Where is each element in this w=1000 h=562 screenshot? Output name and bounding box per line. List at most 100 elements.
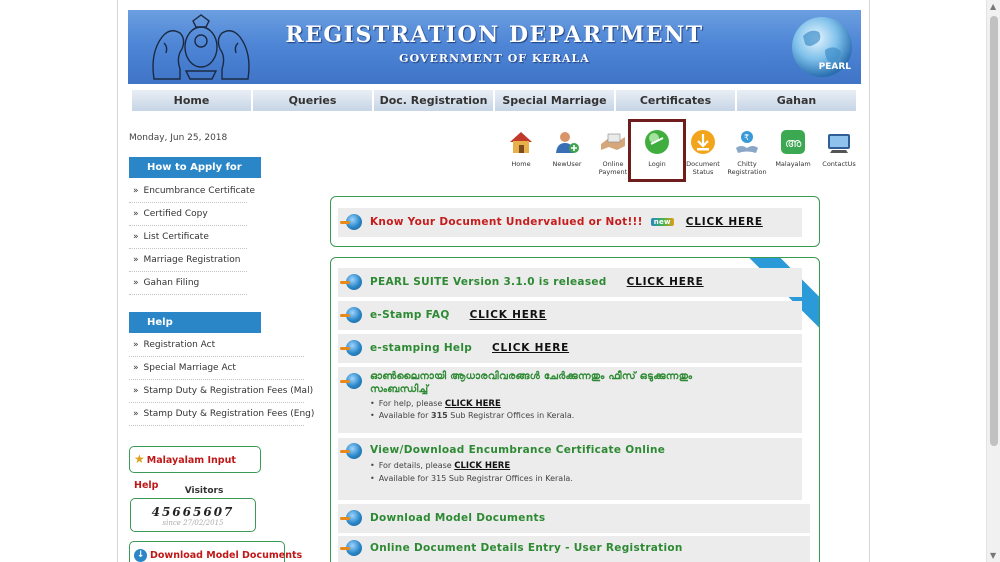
toolbar-online-payment[interactable]: Online Payment [590, 124, 636, 176]
online-entry-help-line: • For help, please CLICK HERE [370, 399, 501, 409]
sidebar-item-label: Stamp Duty & Registration Fees (Mal) [143, 386, 314, 396]
notice-text: Know Your Document Undervalued or Not!!! [370, 216, 643, 228]
download-model-documents-button[interactable]: ↓ Download Model Documents [129, 541, 302, 562]
sidebar-item-label: Certified Copy [143, 209, 208, 219]
encumbrance-click-here-link[interactable]: CLICK HERE [454, 461, 510, 471]
estamp-faq-text: e-Stamp FAQ [370, 309, 450, 321]
site-title: REGISTRATION DEPARTMENT [285, 22, 704, 48]
payment-icon [601, 133, 625, 150]
link-row-text: PEARL SUITE Version 3.1.0 is released CL… [370, 276, 704, 288]
malayalam-input-help-button[interactable]: ★ Malayalam Input Help [129, 446, 261, 491]
online-entry-click-here-link[interactable]: CLICK HERE [445, 399, 501, 409]
toolbar-label: ContactUs [822, 160, 856, 168]
globe-bullet-icon [340, 307, 362, 323]
undervalued-notice-row: Know Your Document Undervalued or Not!!!… [338, 208, 802, 237]
chitty-icon: ₹ [736, 131, 758, 153]
login-icon [645, 130, 669, 154]
link-row-download-model-documents[interactable]: Download Model Documents [338, 504, 810, 533]
encumbrance-online-text: View/Download Encumbrance Certificate On… [370, 444, 666, 456]
home-icon [510, 132, 532, 153]
nav-gahan[interactable]: Gahan [737, 90, 858, 111]
link-row-text: e-stamping Help CLICK HERE [370, 342, 569, 354]
availability-suffix: Sub Registrar Offices in Kerala. [450, 411, 575, 420]
svg-text:അ: അ [785, 136, 802, 150]
scroll-down-icon[interactable]: ▼ [990, 551, 996, 560]
sidebar-item-special-marriage-act[interactable]: » Special Marriage Act [129, 357, 304, 380]
globe-bullet-icon [340, 540, 362, 556]
download-icon: ↓ [134, 549, 147, 562]
estamp-faq-click-here-link[interactable]: CLICK HERE [470, 309, 547, 321]
nav-home[interactable]: Home [132, 90, 253, 111]
toolbar-chitty-registration[interactable]: ₹ Chitty Registration [724, 124, 770, 176]
sidebar-item-label: Encumbrance Certificate [143, 186, 256, 196]
link-row-user-registration[interactable]: Online Document Details Entry - User Reg… [338, 536, 810, 562]
scroll-up-icon[interactable]: ▲ [990, 2, 996, 11]
globe-bullet-icon [340, 340, 362, 356]
visitor-counter: 45665607 since 27/02/2015 [130, 498, 256, 532]
new-badge: new [650, 218, 674, 226]
online-entry-availability-line: • Available for 315 Sub Registrar Offices… [370, 411, 575, 420]
page-scrollbar[interactable]: ▲ ▼ [986, 0, 1000, 562]
toolbar-label: Home [511, 160, 531, 168]
estamping-help-text: e-stamping Help [370, 342, 473, 354]
globe-bullet-icon [340, 510, 362, 526]
arrow-icon: » [133, 340, 139, 350]
toolbar-new-user[interactable]: NewUser [544, 124, 590, 168]
toolbar-login[interactable]: Login [634, 124, 680, 168]
link-row-online-entry-malayalam: ഓൺലൈനായി ആധാരവിവരങ്ങൾ ചേർക്കുന്നതും ഫീസ്… [338, 367, 802, 433]
how-to-apply-heading: How to Apply for [129, 157, 261, 178]
sidebar-item-label: Stamp Duty & Registration Fees (Eng) [143, 409, 315, 419]
toolbar-home[interactable]: Home [498, 124, 544, 168]
pearl-logo-text: PEARL [818, 62, 851, 72]
link-row-encumbrance-online: View/Download Encumbrance Certificate On… [338, 438, 802, 500]
toolbar-label: Chitty Registration [727, 160, 767, 176]
sidebar-item-stamp-duty-mal[interactable]: » Stamp Duty & Registration Fees (Mal) [129, 380, 313, 403]
link-row-pearl-suite: PEARL SUITE Version 3.1.0 is released CL… [338, 268, 802, 297]
toolbar-contact-us[interactable]: ContactUs [816, 124, 862, 168]
sidebar-item-encumbrance[interactable]: » Encumbrance Certificate [129, 180, 255, 203]
toolbar-document-status[interactable]: Document Status [680, 124, 726, 176]
toolbar-label: Malayalam [775, 160, 811, 168]
scrollbar-thumb[interactable] [990, 16, 998, 446]
online-entry-malayalam-text-line2: സംബന്ധിച്ച് [370, 384, 429, 395]
sidebar-item-marriage-registration[interactable]: » Marriage Registration [129, 249, 247, 272]
sidebar-item-gahan-filing[interactable]: » Gahan Filing [129, 272, 247, 295]
toolbar-malayalam[interactable]: അ Malayalam [770, 124, 816, 168]
link-row-text: e-Stamp FAQ CLICK HERE [370, 309, 547, 321]
arrow-icon: » [133, 186, 139, 196]
page-container: REGISTRATION DEPARTMENT GOVERNMENT OF KE… [117, 0, 870, 562]
sidebar-item-label: Marriage Registration [143, 255, 241, 265]
nav-certificates[interactable]: Certificates [616, 90, 737, 111]
undervalued-click-here-link[interactable]: CLICK HERE [686, 216, 763, 228]
arrow-icon: » [133, 409, 139, 419]
sidebar-item-registration-act[interactable]: » Registration Act [129, 334, 304, 357]
globe-bullet-icon [340, 443, 362, 459]
sidebar-item-certified-copy[interactable]: » Certified Copy [129, 203, 247, 226]
download-models-label: Download Model Documents [150, 550, 303, 561]
sidebar-item-label: List Certificate [143, 232, 209, 242]
help-heading: Help [129, 312, 261, 333]
sidebar-item-label: Special Marriage Act [143, 363, 236, 373]
globe-bullet-icon [340, 274, 362, 290]
user-registration-text: Online Document Details Entry - User Reg… [370, 542, 683, 554]
nav-queries[interactable]: Queries [253, 90, 374, 111]
availability-text: Available for 315 Sub Registrar Offices … [378, 474, 573, 483]
star-icon: ★ [134, 452, 145, 466]
globe-bullet-icon [340, 214, 362, 230]
new-user-icon [556, 132, 579, 153]
estamping-help-click-here-link[interactable]: CLICK HERE [492, 342, 569, 354]
sidebar-item-list-certificate[interactable]: » List Certificate [129, 226, 247, 249]
nav-doc-registration[interactable]: Doc. Registration [374, 90, 495, 111]
sidebar-item-label: Registration Act [143, 340, 216, 350]
link-row-estamp-faq: e-Stamp FAQ CLICK HERE [338, 301, 802, 330]
visitor-since: since 27/02/2015 [162, 519, 224, 527]
nav-special-marriage[interactable]: Special Marriage [495, 90, 616, 111]
main-nav: Home Queries Doc. Registration Special M… [132, 90, 858, 111]
undervalued-notice-box: Know Your Document Undervalued or Not!!!… [330, 196, 820, 247]
sidebar-item-stamp-duty-eng[interactable]: » Stamp Duty & Registration Fees (Eng) [129, 403, 314, 426]
arrow-icon: » [133, 386, 139, 396]
arrow-icon: » [133, 255, 139, 265]
header-banner: REGISTRATION DEPARTMENT GOVERNMENT OF KE… [128, 10, 861, 84]
pearl-suite-click-here-link[interactable]: CLICK HERE [627, 276, 704, 288]
toolbar-label: Login [648, 160, 666, 168]
